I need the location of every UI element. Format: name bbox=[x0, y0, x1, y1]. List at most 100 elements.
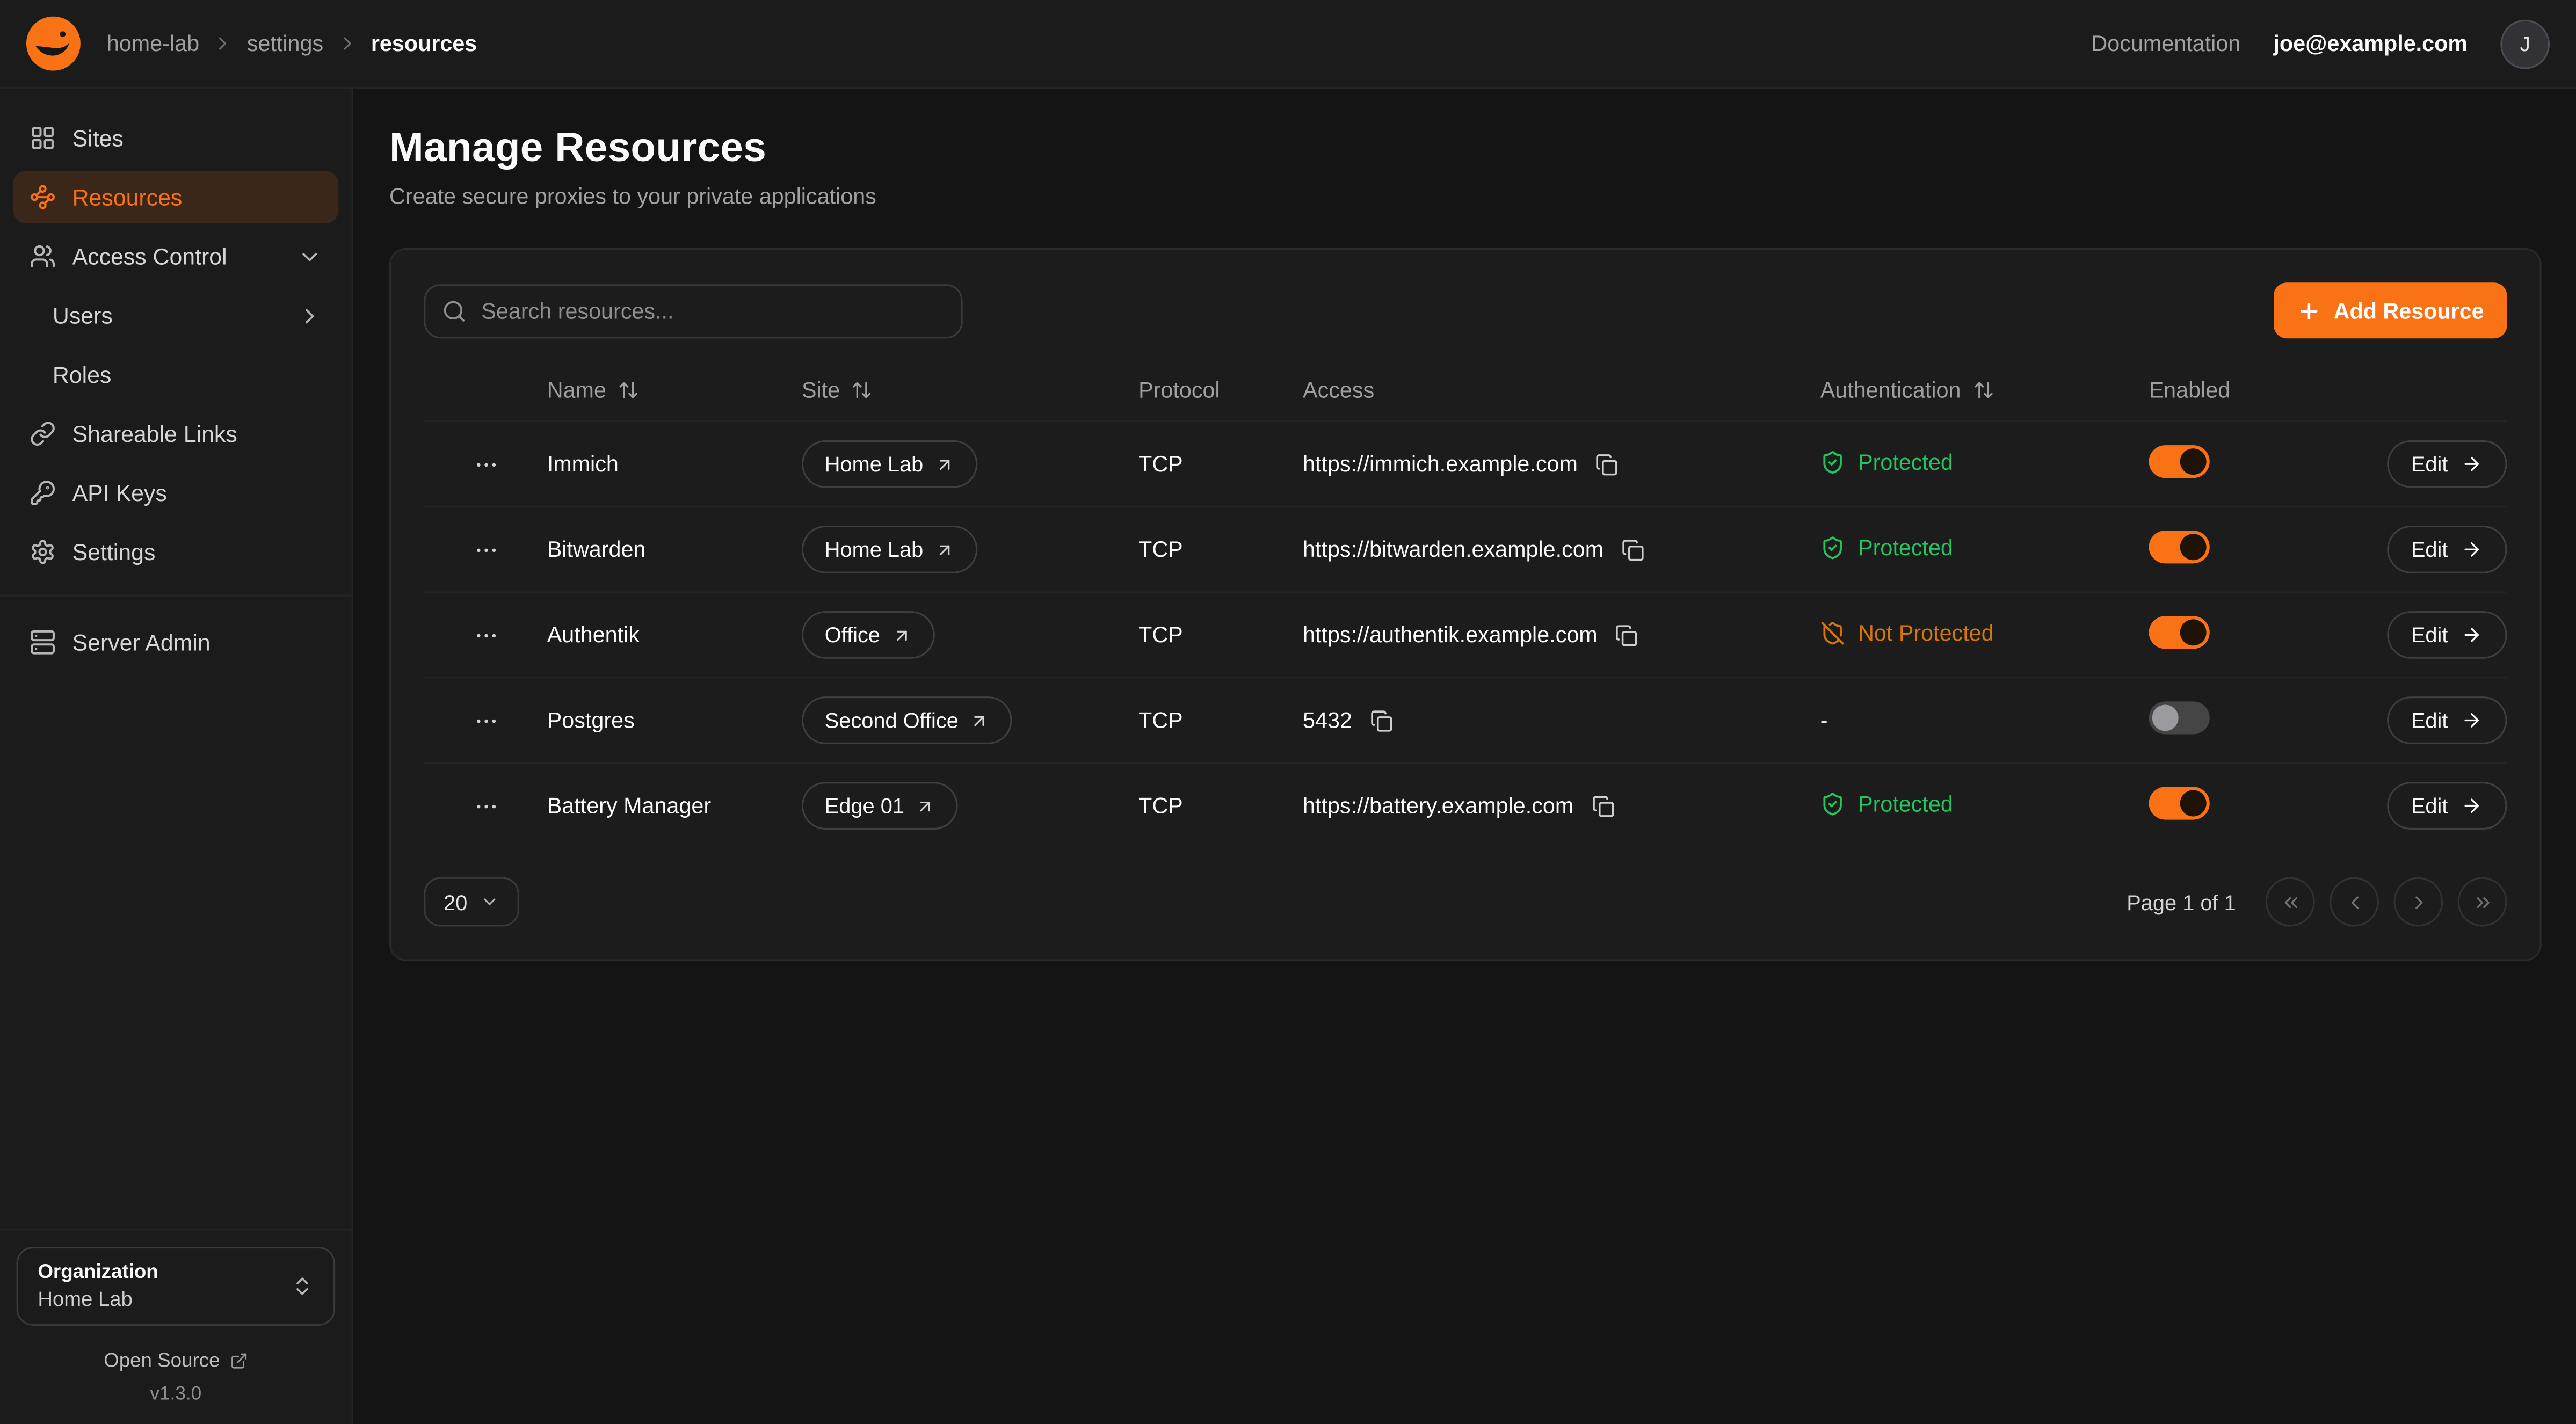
sidebar-item-users[interactable]: Users bbox=[13, 289, 338, 342]
copy-button[interactable] bbox=[1612, 620, 1642, 650]
grid-icon bbox=[30, 125, 56, 151]
prev-page-button[interactable] bbox=[2330, 877, 2379, 927]
first-page-button[interactable] bbox=[2266, 877, 2315, 927]
sidebar-item-sites[interactable]: Sites bbox=[13, 112, 338, 164]
arrow-right-icon bbox=[2461, 453, 2483, 475]
site-link-button[interactable]: Home Lab bbox=[802, 526, 977, 573]
sidebar-item-label: Shareable Links bbox=[72, 420, 237, 447]
shield-check-icon bbox=[1820, 535, 1845, 560]
sidebar-bottom: Organization Home Lab Open Source v1.3.0 bbox=[0, 1229, 352, 1424]
user-email[interactable]: joe@example.com bbox=[2273, 31, 2468, 56]
sidebar-item-resources[interactable]: Resources bbox=[13, 171, 338, 223]
search-input[interactable] bbox=[424, 284, 962, 338]
column-label: Access bbox=[1303, 377, 1374, 402]
protocol-value: TCP bbox=[1138, 537, 1303, 562]
resource-name: Immich bbox=[547, 452, 802, 476]
site-link-button[interactable]: Second Office bbox=[802, 696, 1013, 744]
users-icon bbox=[30, 243, 56, 270]
copy-icon bbox=[1622, 538, 1645, 561]
edit-button[interactable]: Edit bbox=[2386, 440, 2507, 488]
column-header-name[interactable]: Name bbox=[547, 377, 802, 402]
enabled-toggle[interactable] bbox=[2149, 616, 2210, 649]
pagination-bar: 20 Page 1 of 1 bbox=[424, 877, 2507, 927]
sidebar-item-label: Resources bbox=[72, 184, 183, 210]
site-link-button[interactable]: Edge 01 bbox=[802, 782, 959, 830]
edit-label: Edit bbox=[2411, 537, 2448, 562]
breadcrumb-chevron-icon bbox=[337, 33, 358, 54]
auth-label: Protected bbox=[1858, 535, 1953, 560]
breadcrumb-settings[interactable]: settings bbox=[247, 31, 323, 56]
server-icon bbox=[30, 629, 56, 656]
column-header-authentication[interactable]: Authentication bbox=[1820, 377, 2149, 402]
edit-button[interactable]: Edit bbox=[2386, 782, 2507, 830]
chevrons-up-down-icon bbox=[291, 1275, 314, 1298]
ellipsis-icon bbox=[473, 793, 499, 819]
pangolin-logo-icon bbox=[26, 17, 81, 71]
enabled-toggle[interactable] bbox=[2149, 445, 2210, 478]
add-resource-button[interactable]: Add Resource bbox=[2275, 282, 2507, 338]
copy-icon bbox=[1615, 623, 1638, 646]
documentation-link[interactable]: Documentation bbox=[2091, 31, 2240, 56]
copy-button[interactable] bbox=[1367, 706, 1396, 735]
sidebar-item-server-admin[interactable]: Server Admin bbox=[13, 616, 338, 669]
access-url: https://battery.example.com bbox=[1303, 794, 1573, 818]
site-name: Second Office bbox=[825, 708, 959, 733]
sidebar-item-shareable-links[interactable]: Shareable Links bbox=[13, 408, 338, 460]
copy-button[interactable] bbox=[1592, 449, 1622, 479]
edit-label: Edit bbox=[2411, 794, 2448, 818]
sidebar-item-api-keys[interactable]: API Keys bbox=[13, 467, 338, 519]
gear-icon bbox=[30, 539, 56, 565]
avatar[interactable]: J bbox=[2500, 19, 2550, 68]
copy-button[interactable] bbox=[1619, 535, 1648, 564]
ellipsis-icon bbox=[473, 536, 499, 563]
row-menu-button[interactable] bbox=[466, 445, 505, 484]
sidebar-item-access-control[interactable]: Access Control bbox=[13, 230, 338, 282]
protocol-value: TCP bbox=[1138, 452, 1303, 476]
access-url: 5432 bbox=[1303, 708, 1352, 733]
row-menu-button[interactable] bbox=[466, 530, 505, 569]
breadcrumb-org[interactable]: home-lab bbox=[107, 31, 199, 56]
sidebar-item-label: Access Control bbox=[72, 243, 227, 270]
row-menu-button[interactable] bbox=[466, 615, 505, 655]
enabled-toggle[interactable] bbox=[2149, 701, 2210, 734]
sort-icon bbox=[618, 379, 639, 400]
sidebar-divider bbox=[0, 594, 352, 596]
last-page-button[interactable] bbox=[2458, 877, 2507, 927]
site-link-button[interactable]: Home Lab bbox=[802, 440, 977, 488]
row-menu-button[interactable] bbox=[466, 701, 505, 740]
edit-button[interactable]: Edit bbox=[2386, 526, 2507, 573]
toggle-knob bbox=[2180, 790, 2207, 817]
table-row: Postgres Second Office TCP 5432 - Edit bbox=[424, 677, 2507, 762]
sidebar-item-roles[interactable]: Roles bbox=[13, 348, 338, 401]
breadcrumb-chevron-icon bbox=[213, 33, 234, 54]
site-link-button[interactable]: Office bbox=[802, 611, 934, 659]
auth-label: Protected bbox=[1858, 449, 1953, 474]
access-url: https://authentik.example.com bbox=[1303, 622, 1598, 647]
arrow-right-icon bbox=[2461, 710, 2483, 731]
org-switcher-title: Organization bbox=[38, 1260, 278, 1286]
page-size-select[interactable]: 20 bbox=[424, 877, 520, 927]
auth-label: - bbox=[1820, 708, 1828, 733]
waypoints-icon bbox=[30, 184, 56, 210]
copy-button[interactable] bbox=[1588, 791, 1618, 820]
toggle-knob bbox=[2180, 619, 2207, 645]
main-content: Manage Resources Create secure proxies t… bbox=[353, 89, 2576, 1424]
app-logo[interactable] bbox=[26, 17, 81, 71]
auth-status: Protected bbox=[1820, 449, 1953, 474]
enabled-toggle[interactable] bbox=[2149, 531, 2210, 563]
enabled-toggle[interactable] bbox=[2149, 787, 2210, 819]
app-version: v1.3.0 bbox=[17, 1385, 336, 1405]
sidebar-item-label: Sites bbox=[72, 125, 124, 151]
table-row: Battery Manager Edge 01 TCP https://batt… bbox=[424, 762, 2507, 848]
org-switcher[interactable]: Organization Home Lab bbox=[17, 1247, 336, 1325]
copy-icon bbox=[1596, 453, 1619, 476]
key-icon bbox=[30, 479, 56, 506]
edit-button[interactable]: Edit bbox=[2386, 696, 2507, 744]
row-menu-button[interactable] bbox=[466, 786, 505, 825]
table-body: Immich Home Lab TCP https://immich.examp… bbox=[424, 420, 2507, 847]
edit-button[interactable]: Edit bbox=[2386, 611, 2507, 659]
open-source-link[interactable]: Open Source bbox=[17, 1349, 336, 1372]
next-page-button[interactable] bbox=[2393, 877, 2443, 927]
sidebar-item-settings[interactable]: Settings bbox=[13, 526, 338, 578]
column-header-site[interactable]: Site bbox=[802, 377, 1138, 402]
